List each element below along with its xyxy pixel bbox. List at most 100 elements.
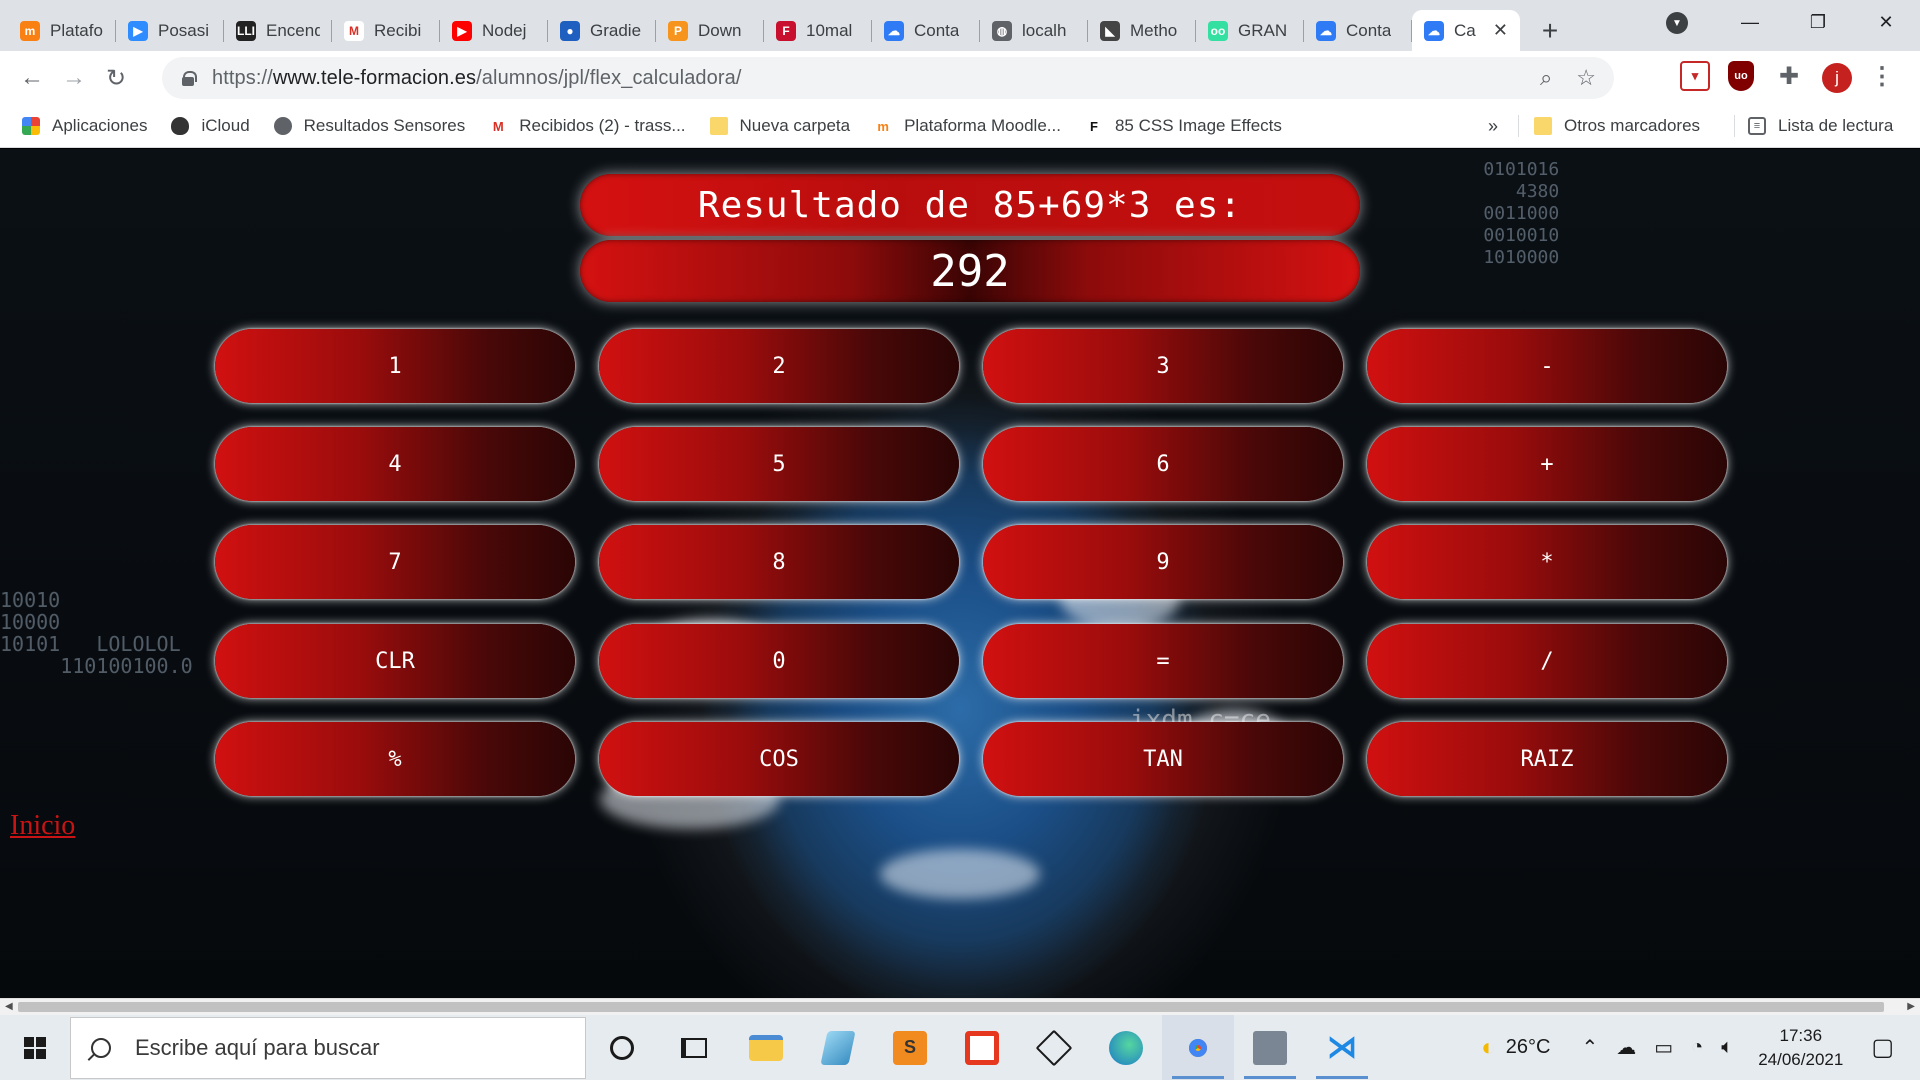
office-icon[interactable]: [946, 1015, 1018, 1080]
profile-avatar[interactable]: j: [1822, 63, 1852, 93]
forward-icon[interactable]: →: [54, 58, 94, 98]
calc-button[interactable]: 5: [599, 427, 959, 501]
onedrive-icon[interactable]: ☁: [1616, 1035, 1636, 1060]
bookmark-5[interactable]: m Plataforma Moodle...: [862, 110, 1073, 142]
ublock-extension-icon[interactable]: uo: [1728, 61, 1754, 91]
scroll-right-icon[interactable]: ▶: [1907, 1001, 1915, 1012]
minimize-icon[interactable]: —: [1716, 0, 1784, 45]
tab-6[interactable]: P Down: [656, 10, 764, 51]
restore-icon[interactable]: ❐: [1784, 0, 1852, 45]
calc-button[interactable]: 8: [599, 525, 959, 599]
edge-icon[interactable]: [1090, 1015, 1162, 1080]
tab-11[interactable]: oo GRAN: [1196, 10, 1304, 51]
lock-icon[interactable]: [182, 70, 197, 86]
bookmarks-overflow-button[interactable]: »: [1476, 110, 1510, 142]
new-tab-icon[interactable]: +: [1530, 11, 1570, 51]
battery-icon[interactable]: ▭: [1654, 1035, 1673, 1060]
tab-12[interactable]: ☁ Conta: [1304, 10, 1412, 51]
weather-widget[interactable]: ◐ 26°C: [1481, 1034, 1550, 1062]
extensions-puzzle-icon[interactable]: ✚: [1774, 61, 1804, 91]
bookmark-4[interactable]: Nueva carpeta: [698, 110, 863, 142]
horizontal-scrollbar[interactable]: ◀ ▶: [0, 998, 1920, 1015]
start-button[interactable]: [0, 1015, 70, 1080]
tab-9[interactable]: ◍ localh: [980, 10, 1088, 51]
codepen-icon[interactable]: [1018, 1015, 1090, 1080]
bookmark-label: iCloud: [201, 116, 250, 135]
calc-button[interactable]: *: [1367, 525, 1727, 599]
notepad-icon[interactable]: [802, 1015, 874, 1080]
weather-temperature: 26°C: [1505, 1036, 1551, 1058]
calc-button[interactable]: -: [1367, 329, 1727, 403]
calc-button[interactable]: /: [1367, 624, 1727, 698]
calc-button[interactable]: 9: [983, 525, 1343, 599]
calc-button[interactable]: 7: [215, 525, 575, 599]
tab-3[interactable]: M Recibi: [332, 10, 440, 51]
tenmal-icon: F: [776, 20, 796, 41]
matrix-background-right: 0101016 4380 0011000 0010010 1010000: [1483, 159, 1560, 268]
remote-desktop-icon[interactable]: [1234, 1015, 1306, 1080]
reload-icon[interactable]: ↻: [96, 58, 136, 98]
tab-0[interactable]: m Platafo: [8, 10, 116, 51]
close-tab-icon[interactable]: ✕: [1493, 20, 1508, 41]
calc-button[interactable]: %: [215, 722, 575, 796]
url-text[interactable]: https://www.tele-formacion.es/alumnos/jp…: [212, 67, 742, 90]
tab-label: Ca: [1454, 20, 1476, 40]
cortana-icon[interactable]: [586, 1015, 658, 1080]
calc-button[interactable]: +: [1367, 427, 1727, 501]
reading-list-button[interactable]: ≡ Lista de lectura: [1736, 110, 1905, 142]
pocket-extension-icon[interactable]: ▾: [1680, 61, 1710, 91]
other-bookmarks-button[interactable]: Otros marcadores: [1522, 110, 1712, 142]
calc-button[interactable]: CLR: [215, 624, 575, 698]
gmail-icon: M: [492, 118, 504, 134]
calc-button[interactable]: TAN: [983, 722, 1343, 796]
calc-button[interactable]: 4: [215, 427, 575, 501]
chrome-taskbar-icon[interactable]: [1162, 1015, 1234, 1080]
tab-10[interactable]: ◣ Metho: [1088, 10, 1196, 51]
vscode-icon[interactable]: ⋊: [1306, 1015, 1378, 1080]
tab-strip: m Platafo ▶ Posasi LLI Encend M Recibi ▶ Nodej ● Gr…: [0, 0, 1920, 51]
calc-button[interactable]: 6: [983, 427, 1343, 501]
scrollbar-thumb[interactable]: [18, 1002, 1884, 1012]
tray-expand-icon[interactable]: ⌃: [1581, 1035, 1598, 1060]
bookmark-6[interactable]: F 85 CSS Image Effects: [1073, 110, 1294, 142]
scroll-left-icon[interactable]: ◀: [5, 1001, 13, 1012]
tab-2[interactable]: LLI Encend: [224, 10, 332, 51]
calc-button[interactable]: 2: [599, 329, 959, 403]
inicio-link[interactable]: Inicio: [10, 810, 75, 842]
tab-7[interactable]: F 10mal: [764, 10, 872, 51]
taskbar-clock[interactable]: 17:36 24/06/2021: [1758, 1024, 1843, 1072]
bookmark-0[interactable]: Aplicaciones: [10, 110, 159, 142]
tab-search-icon[interactable]: ▼: [1666, 12, 1688, 34]
tab-8[interactable]: ☁ Conta: [872, 10, 980, 51]
bookmark-1[interactable]: iCloud: [159, 110, 261, 142]
file-explorer-icon[interactable]: [730, 1015, 802, 1080]
tab-4[interactable]: ▶ Nodej: [440, 10, 548, 51]
calc-button[interactable]: =: [983, 624, 1343, 698]
wifi-icon[interactable]: ◔: [1691, 1036, 1703, 1059]
calc-button[interactable]: 0: [599, 624, 959, 698]
menu-kebab-icon[interactable]: ⋮: [1870, 61, 1894, 91]
address-bar[interactable]: https://www.tele-formacion.es/alumnos/jp…: [162, 57, 1614, 99]
volume-icon[interactable]: 🔈︎: [1721, 1036, 1733, 1059]
back-icon[interactable]: ←: [12, 58, 52, 98]
tab-13[interactable]: ☁ Ca ✕: [1412, 10, 1520, 51]
task-view-icon[interactable]: [658, 1015, 730, 1080]
calc-button[interactable]: 1: [215, 329, 575, 403]
calc-button[interactable]: 3: [983, 329, 1343, 403]
close-window-icon[interactable]: ✕: [1852, 0, 1920, 45]
moodle-icon: m: [20, 20, 40, 41]
search-placeholder: Escribe aquí para buscar: [135, 1034, 380, 1060]
bookmark-2[interactable]: Resultados Sensores: [262, 110, 478, 142]
taskbar-search-box[interactable]: Escribe aquí para buscar: [70, 1016, 586, 1079]
bookmark-3[interactable]: M Recibidos (2) - trass...: [477, 110, 697, 142]
calc-button[interactable]: RAIZ: [1367, 722, 1727, 796]
bookmark-star-icon[interactable]: ☆: [1576, 65, 1596, 91]
tab-label: localh: [1022, 20, 1067, 40]
notifications-icon[interactable]: ▢: [1871, 1033, 1894, 1062]
tab-1[interactable]: ▶ Posasi: [116, 10, 224, 51]
tab-5[interactable]: ● Gradie: [548, 10, 656, 51]
zoom-icon[interactable]: ⌕: [1540, 65, 1552, 91]
calc-button[interactable]: COS: [599, 722, 959, 796]
other-bookmarks-label: Otros marcadores: [1564, 116, 1701, 135]
sublime-text-icon[interactable]: S: [874, 1015, 946, 1080]
